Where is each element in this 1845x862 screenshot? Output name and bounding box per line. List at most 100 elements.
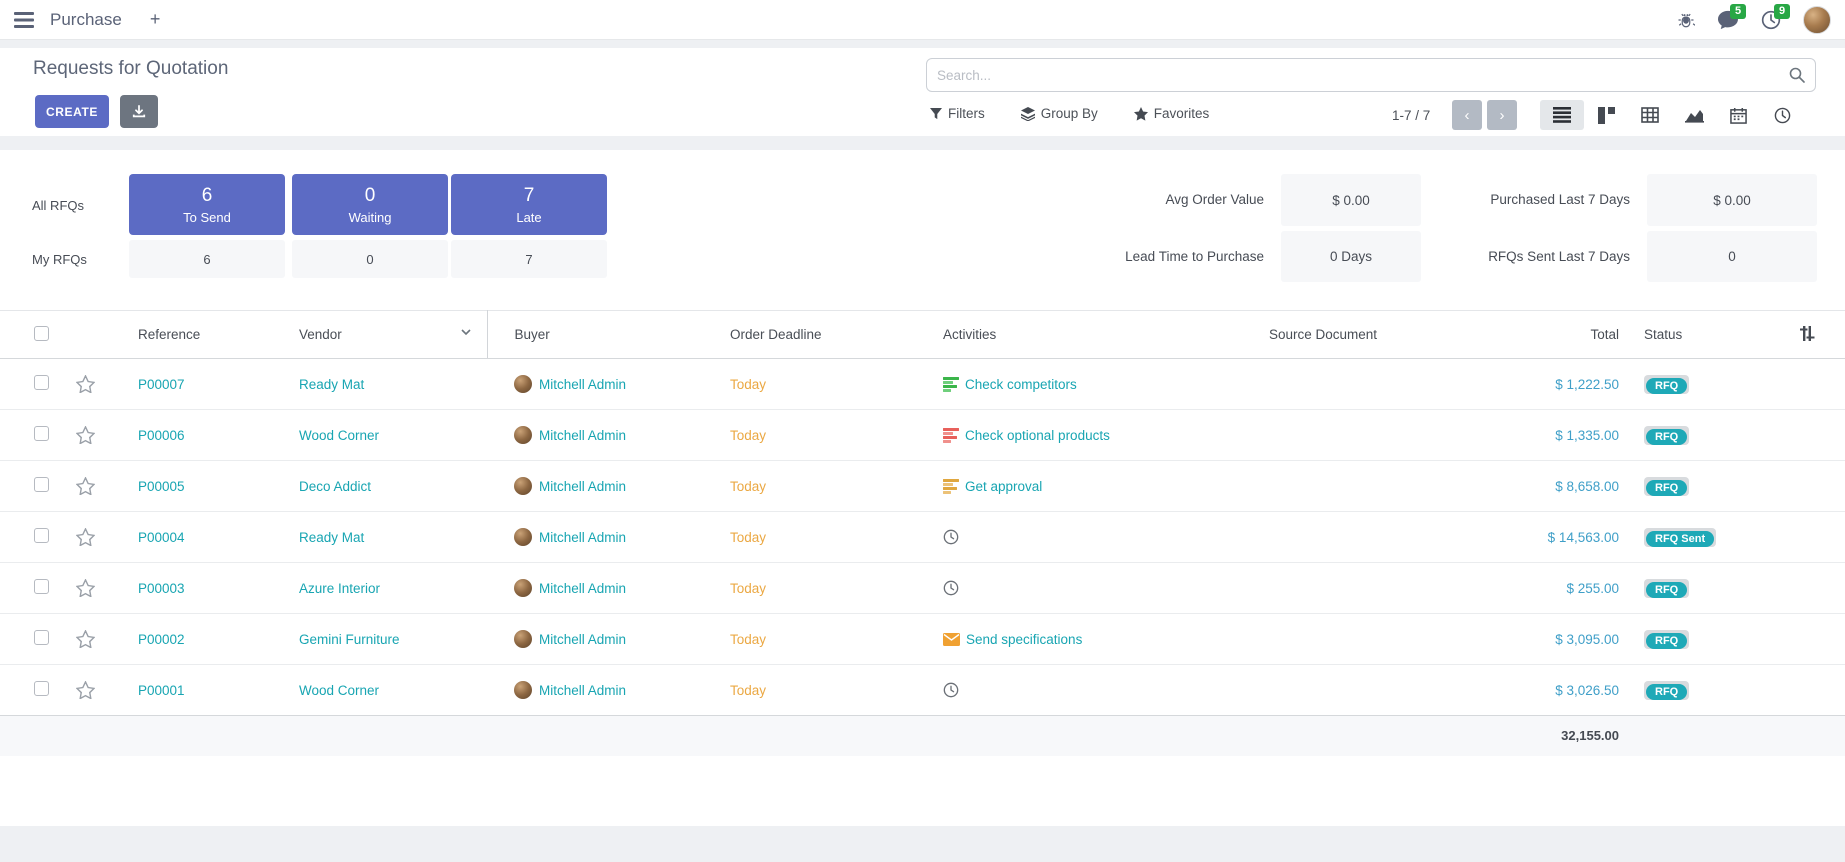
row-checkbox[interactable]	[34, 426, 49, 441]
clock-icon[interactable]	[943, 529, 959, 545]
filters-menu[interactable]: Filters	[930, 106, 985, 121]
kanban-view-icon[interactable]	[1584, 100, 1628, 130]
control-panel: Requests for Quotation CREATE Filters Gr…	[0, 48, 1845, 136]
buyer-link[interactable]: Mitchell Admin	[539, 530, 626, 545]
row-checkbox[interactable]	[34, 375, 49, 390]
reference-link[interactable]: P00001	[138, 683, 185, 698]
graph-view-icon[interactable]	[1672, 100, 1716, 130]
reference-link[interactable]: P00002	[138, 632, 185, 647]
order-deadline: Today	[730, 428, 766, 443]
header-activities[interactable]: Activities	[935, 311, 1265, 359]
activity-label[interactable]: Check competitors	[965, 377, 1077, 392]
create-button[interactable]: CREATE	[35, 95, 109, 128]
table-row[interactable]: P00003 Azure Interior Mitchell Admin Tod…	[0, 563, 1845, 614]
header-vendor-label: Vendor	[299, 327, 342, 342]
favorite-star-icon[interactable]	[76, 426, 112, 444]
tasks-red-icon[interactable]	[943, 428, 959, 443]
header-source-document[interactable]: Source Document	[1265, 311, 1535, 359]
tile-my-waiting[interactable]: 0	[292, 240, 448, 278]
table-row[interactable]: P00006 Wood Corner Mitchell Admin Today …	[0, 410, 1845, 461]
table-row[interactable]: P00007 Ready Mat Mitchell Admin Today Ch…	[0, 359, 1845, 410]
header-status[interactable]: Status	[1635, 311, 1765, 359]
favorite-star-icon[interactable]	[76, 528, 112, 546]
table-row[interactable]: P00002 Gemini Furniture Mitchell Admin T…	[0, 614, 1845, 665]
order-deadline: Today	[730, 581, 766, 596]
favorite-star-icon[interactable]	[76, 579, 112, 597]
clock-icon[interactable]	[943, 682, 959, 698]
export-button[interactable]	[120, 95, 158, 128]
favorite-star-icon[interactable]	[76, 477, 112, 495]
table-row[interactable]: P00005 Deco Addict Mitchell Admin Today …	[0, 461, 1845, 512]
favorite-star-icon[interactable]	[76, 681, 112, 699]
select-all-checkbox[interactable]	[34, 326, 49, 341]
header-reference[interactable]: Reference	[112, 311, 272, 359]
activity-label[interactable]: Check optional products	[965, 428, 1110, 443]
favorite-star-icon[interactable]	[76, 375, 112, 393]
reference-link[interactable]: P00007	[138, 377, 185, 392]
header-buyer[interactable]: Buyer	[487, 311, 711, 359]
list-view-icon[interactable]	[1540, 100, 1584, 130]
reference-link[interactable]: P00004	[138, 530, 185, 545]
vendor-link[interactable]: Azure Interior	[299, 581, 380, 596]
pager-next-button[interactable]: ›	[1487, 100, 1517, 130]
buyer-link[interactable]: Mitchell Admin	[539, 479, 626, 494]
tile-my-to-send[interactable]: 6	[129, 240, 285, 278]
sort-chevron-down-icon[interactable]	[461, 329, 471, 336]
search-icon[interactable]	[1789, 67, 1805, 83]
tasks-green-icon[interactable]	[943, 377, 959, 392]
search-input[interactable]	[937, 68, 1789, 83]
tile-waiting[interactable]: 0 Waiting	[292, 174, 448, 235]
favorite-star-icon[interactable]	[76, 630, 112, 648]
reference-link[interactable]: P00003	[138, 581, 185, 596]
header-order-deadline[interactable]: Order Deadline	[711, 311, 935, 359]
clock-icon[interactable]	[943, 580, 959, 596]
activities-menu[interactable]: 9	[1761, 10, 1781, 30]
table-footer-row: 32,155.00	[0, 716, 1845, 756]
buyer-link[interactable]: Mitchell Admin	[539, 632, 626, 647]
debug-bug-icon[interactable]	[1677, 11, 1695, 29]
hamburger-menu-icon[interactable]	[14, 12, 34, 28]
layers-icon	[1021, 107, 1035, 121]
vendor-link[interactable]: Ready Mat	[299, 530, 364, 545]
new-tab-plus-icon[interactable]: +	[150, 9, 161, 30]
row-checkbox[interactable]	[34, 681, 49, 696]
source-document	[1265, 461, 1535, 512]
vendor-link[interactable]: Wood Corner	[299, 428, 379, 443]
user-avatar[interactable]	[1803, 6, 1831, 34]
vendor-link[interactable]: Deco Addict	[299, 479, 371, 494]
messages-menu[interactable]: 5	[1717, 10, 1739, 30]
buyer-link[interactable]: Mitchell Admin	[539, 683, 626, 698]
tasks-yellow-icon[interactable]	[943, 479, 959, 494]
pivot-view-icon[interactable]	[1628, 100, 1672, 130]
activity-view-icon[interactable]	[1760, 100, 1804, 130]
row-checkbox[interactable]	[34, 630, 49, 645]
pager-previous-button[interactable]: ‹	[1452, 100, 1482, 130]
tile-late[interactable]: 7 Late	[451, 174, 607, 235]
buyer-link[interactable]: Mitchell Admin	[539, 377, 626, 392]
buyer-link[interactable]: Mitchell Admin	[539, 581, 626, 596]
vendor-link[interactable]: Wood Corner	[299, 683, 379, 698]
activity-label[interactable]: Send specifications	[966, 632, 1082, 647]
row-checkbox[interactable]	[34, 477, 49, 492]
tile-to-send[interactable]: 6 To Send	[129, 174, 285, 235]
favorites-menu[interactable]: Favorites	[1134, 106, 1210, 121]
vendor-link[interactable]: Ready Mat	[299, 377, 364, 392]
tile-my-late[interactable]: 7	[451, 240, 607, 278]
row-checkbox[interactable]	[34, 579, 49, 594]
table-row[interactable]: P00004 Ready Mat Mitchell Admin Today $ …	[0, 512, 1845, 563]
row-checkbox[interactable]	[34, 528, 49, 543]
header-total[interactable]: Total	[1535, 311, 1635, 359]
group-by-menu[interactable]: Group By	[1021, 106, 1098, 121]
envelope-icon[interactable]	[943, 633, 960, 646]
table-row[interactable]: P00001 Wood Corner Mitchell Admin Today …	[0, 665, 1845, 716]
messages-badge: 5	[1730, 4, 1746, 19]
reference-link[interactable]: P00005	[138, 479, 185, 494]
activity-label[interactable]: Get approval	[965, 479, 1042, 494]
vendor-link[interactable]: Gemini Furniture	[299, 632, 400, 647]
reference-link[interactable]: P00006	[138, 428, 185, 443]
header-vendor[interactable]: Vendor	[272, 311, 487, 359]
buyer-link[interactable]: Mitchell Admin	[539, 428, 626, 443]
optional-columns-icon[interactable]	[1799, 326, 1815, 341]
app-name[interactable]: Purchase	[50, 10, 122, 30]
calendar-view-icon[interactable]	[1716, 100, 1760, 130]
